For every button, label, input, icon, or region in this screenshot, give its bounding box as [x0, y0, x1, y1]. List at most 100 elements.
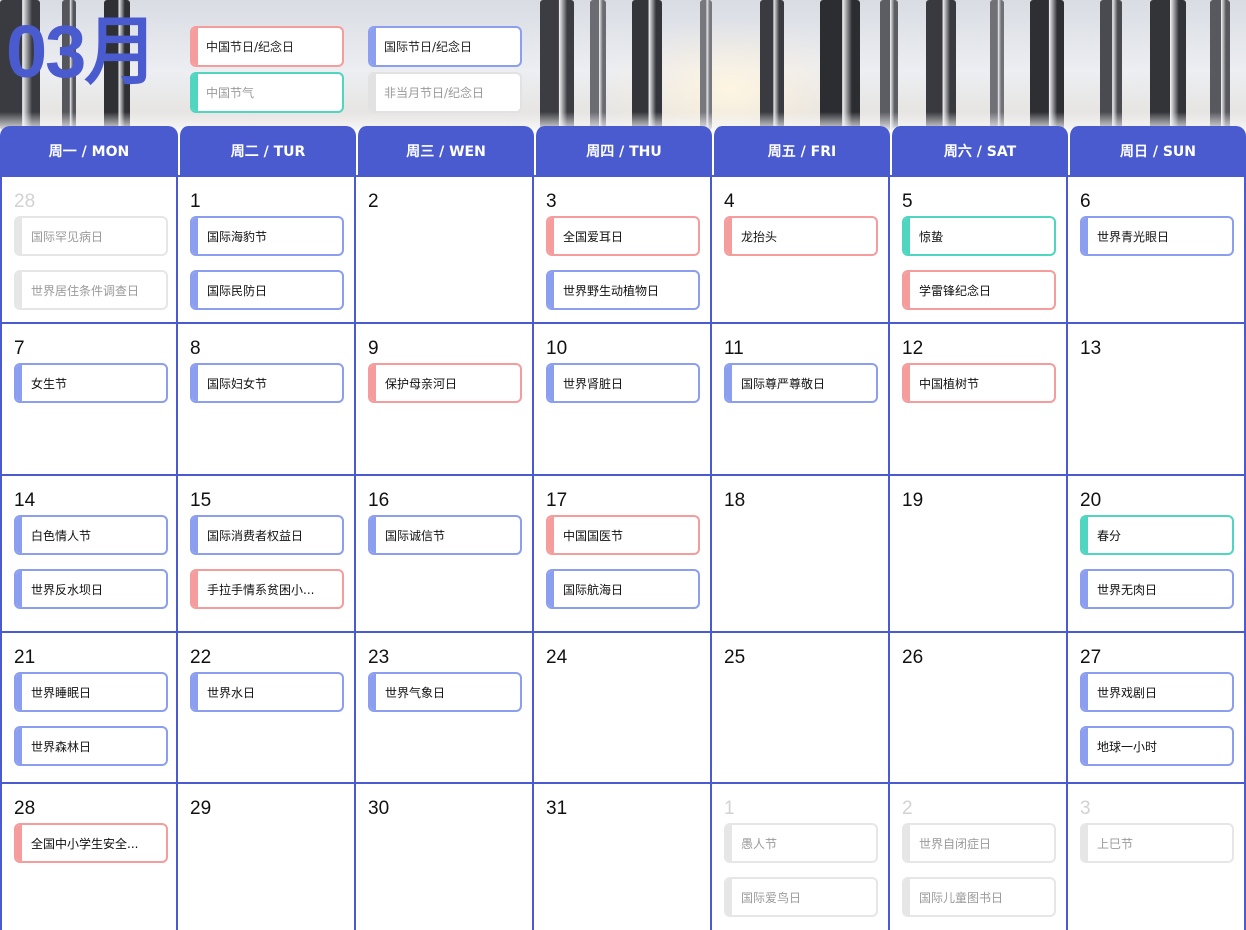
weekday-header: 周一 / MON 周二 / TUR 周三 / WEN 周四 / THU 周五 /… [0, 126, 1246, 175]
event-tag[interactable]: 国际航海日 [546, 569, 700, 609]
event-tag[interactable]: 惊蛰 [902, 216, 1056, 256]
calendar-grid: 28国际罕见病日世界居住条件调查日1国际海豹节国际民防日23全国爱耳日世界野生动… [0, 175, 1246, 930]
legend-cn-festival: 中国节日/纪念日 [190, 26, 344, 67]
tree-trunk [760, 0, 784, 130]
event-list: 保护母亲河日 [368, 363, 522, 403]
event-tag[interactable]: 全国中小学生安全... [14, 823, 168, 863]
event-tag[interactable]: 白色情人节 [14, 515, 168, 555]
day-cell[interactable]: 2 [356, 177, 534, 324]
event-list: 世界睡眠日世界森林日 [14, 672, 166, 766]
day-cell[interactable]: 29 [178, 784, 356, 930]
event-list: 国际海豹节国际民防日 [190, 216, 344, 310]
event-tag[interactable]: 国际消费者权益日 [190, 515, 344, 555]
day-cell[interactable]: 5 惊蛰学雷锋纪念日 [890, 177, 1068, 324]
day-cell[interactable]: 30 [356, 784, 534, 930]
event-tag[interactable]: 世界居住条件调查日 [14, 270, 168, 310]
event-tag[interactable]: 女生节 [14, 363, 168, 403]
day-number: 28 [14, 798, 166, 820]
day-cell[interactable]: 7女生节 [0, 324, 178, 476]
event-tag[interactable]: 国际海豹节 [190, 216, 344, 256]
day-cell[interactable]: 31 [534, 784, 712, 930]
day-cell[interactable]: 23世界气象日 [356, 633, 534, 784]
day-cell[interactable]: 6 世界青光眼日 [1068, 177, 1246, 324]
header-banner: 03月 中国节日/纪念日 国际节日/纪念日 中国节气 非当月节日/纪念日 [0, 0, 1246, 130]
event-list: 国际消费者权益日手拉手情系贫困小... [190, 515, 344, 609]
event-tag[interactable]: 保护母亲河日 [368, 363, 522, 403]
day-cell[interactable]: 1 国际海豹节国际民防日 [178, 177, 356, 324]
event-tag[interactable]: 上巳节 [1080, 823, 1234, 863]
weekday-sat: 周六 / SAT [890, 126, 1068, 175]
day-cell[interactable]: 14白色情人节世界反水坝日 [0, 476, 178, 633]
event-tag[interactable]: 世界肾脏日 [546, 363, 700, 403]
day-number: 28 [14, 191, 166, 213]
event-tag[interactable]: 世界水日 [190, 672, 344, 712]
day-cell[interactable]: 11国际尊严尊敬日 [712, 324, 890, 476]
day-number: 20 [1080, 490, 1234, 512]
event-tag[interactable]: 愚人节 [724, 823, 878, 863]
day-cell[interactable]: 22世界水日 [178, 633, 356, 784]
day-cell[interactable]: 2世界自闭症日国际儿童图书日 [890, 784, 1068, 930]
event-tag[interactable]: 国际尊严尊敬日 [724, 363, 878, 403]
event-tag[interactable]: 世界戏剧日 [1080, 672, 1234, 712]
day-number: 24 [546, 647, 700, 669]
event-list: 白色情人节世界反水坝日 [14, 515, 166, 609]
event-tag[interactable]: 世界反水坝日 [14, 569, 168, 609]
event-tag[interactable]: 地球一小时 [1080, 726, 1234, 766]
day-number: 6 [1080, 191, 1234, 213]
event-tag[interactable]: 手拉手情系贫困小... [190, 569, 344, 609]
event-list: 国际罕见病日世界居住条件调查日 [14, 216, 166, 310]
day-cell[interactable]: 16国际诚信节 [356, 476, 534, 633]
event-tag[interactable]: 龙抬头 [724, 216, 878, 256]
event-list: 上巳节 [1080, 823, 1234, 863]
day-cell[interactable]: 3上巳节 [1068, 784, 1246, 930]
day-cell[interactable]: 13 [1068, 324, 1246, 476]
day-cell[interactable]: 17中国国医节国际航海日 [534, 476, 712, 633]
day-cell[interactable]: 19 [890, 476, 1068, 633]
day-cell[interactable]: 18 [712, 476, 890, 633]
event-tag[interactable]: 世界无肉日 [1080, 569, 1234, 609]
day-number: 1 [190, 191, 344, 213]
day-cell[interactable]: 26 [890, 633, 1068, 784]
tree-trunk [820, 0, 860, 130]
event-tag[interactable]: 世界气象日 [368, 672, 522, 712]
tree-trunk [926, 0, 956, 130]
event-tag[interactable]: 世界野生动植物日 [546, 270, 700, 310]
day-cell[interactable]: 24 [534, 633, 712, 784]
day-cell[interactable]: 4龙抬头 [712, 177, 890, 324]
event-tag[interactable]: 世界睡眠日 [14, 672, 168, 712]
event-list: 春分世界无肉日 [1080, 515, 1234, 609]
event-tag[interactable]: 中国植树节 [902, 363, 1056, 403]
day-cell[interactable]: 20 春分世界无肉日 [1068, 476, 1246, 633]
event-tag[interactable]: 学雷锋纪念日 [902, 270, 1056, 310]
day-cell[interactable]: 10世界肾脏日 [534, 324, 712, 476]
event-tag[interactable]: 春分 [1080, 515, 1234, 555]
event-tag[interactable]: 世界自闭症日 [902, 823, 1056, 863]
event-list: 国际尊严尊敬日 [724, 363, 878, 403]
event-tag[interactable]: 国际民防日 [190, 270, 344, 310]
tree-trunk [700, 0, 712, 130]
day-cell[interactable]: 15国际消费者权益日手拉手情系贫困小... [178, 476, 356, 633]
day-cell[interactable]: 25 [712, 633, 890, 784]
day-cell[interactable]: 3全国爱耳日世界野生动植物日 [534, 177, 712, 324]
day-cell[interactable]: 27世界戏剧日地球一小时 [1068, 633, 1246, 784]
event-tag[interactable]: 国际诚信节 [368, 515, 522, 555]
event-tag[interactable]: 中国国医节 [546, 515, 700, 555]
event-tag[interactable]: 世界森林日 [14, 726, 168, 766]
day-cell[interactable]: 21世界睡眠日世界森林日 [0, 633, 178, 784]
event-list: 世界青光眼日 [1080, 216, 1234, 256]
event-tag[interactable]: 国际爱鸟日 [724, 877, 878, 917]
day-cell[interactable]: 28 国际罕见病日世界居住条件调查日 [0, 177, 178, 324]
day-cell[interactable]: 28 全国中小学生安全... [0, 784, 178, 930]
event-tag[interactable]: 国际妇女节 [190, 363, 344, 403]
event-list: 中国国医节国际航海日 [546, 515, 700, 609]
day-cell[interactable]: 9保护母亲河日 [356, 324, 534, 476]
event-tag[interactable]: 全国爱耳日 [546, 216, 700, 256]
weekday-sun: 周日 / SUN [1068, 126, 1246, 175]
day-cell[interactable]: 8国际妇女节 [178, 324, 356, 476]
day-cell[interactable]: 1愚人节国际爱鸟日 [712, 784, 890, 930]
event-tag[interactable]: 国际罕见病日 [14, 216, 168, 256]
day-number: 5 [902, 191, 1056, 213]
event-tag[interactable]: 世界青光眼日 [1080, 216, 1234, 256]
event-tag[interactable]: 国际儿童图书日 [902, 877, 1056, 917]
day-cell[interactable]: 12中国植树节 [890, 324, 1068, 476]
